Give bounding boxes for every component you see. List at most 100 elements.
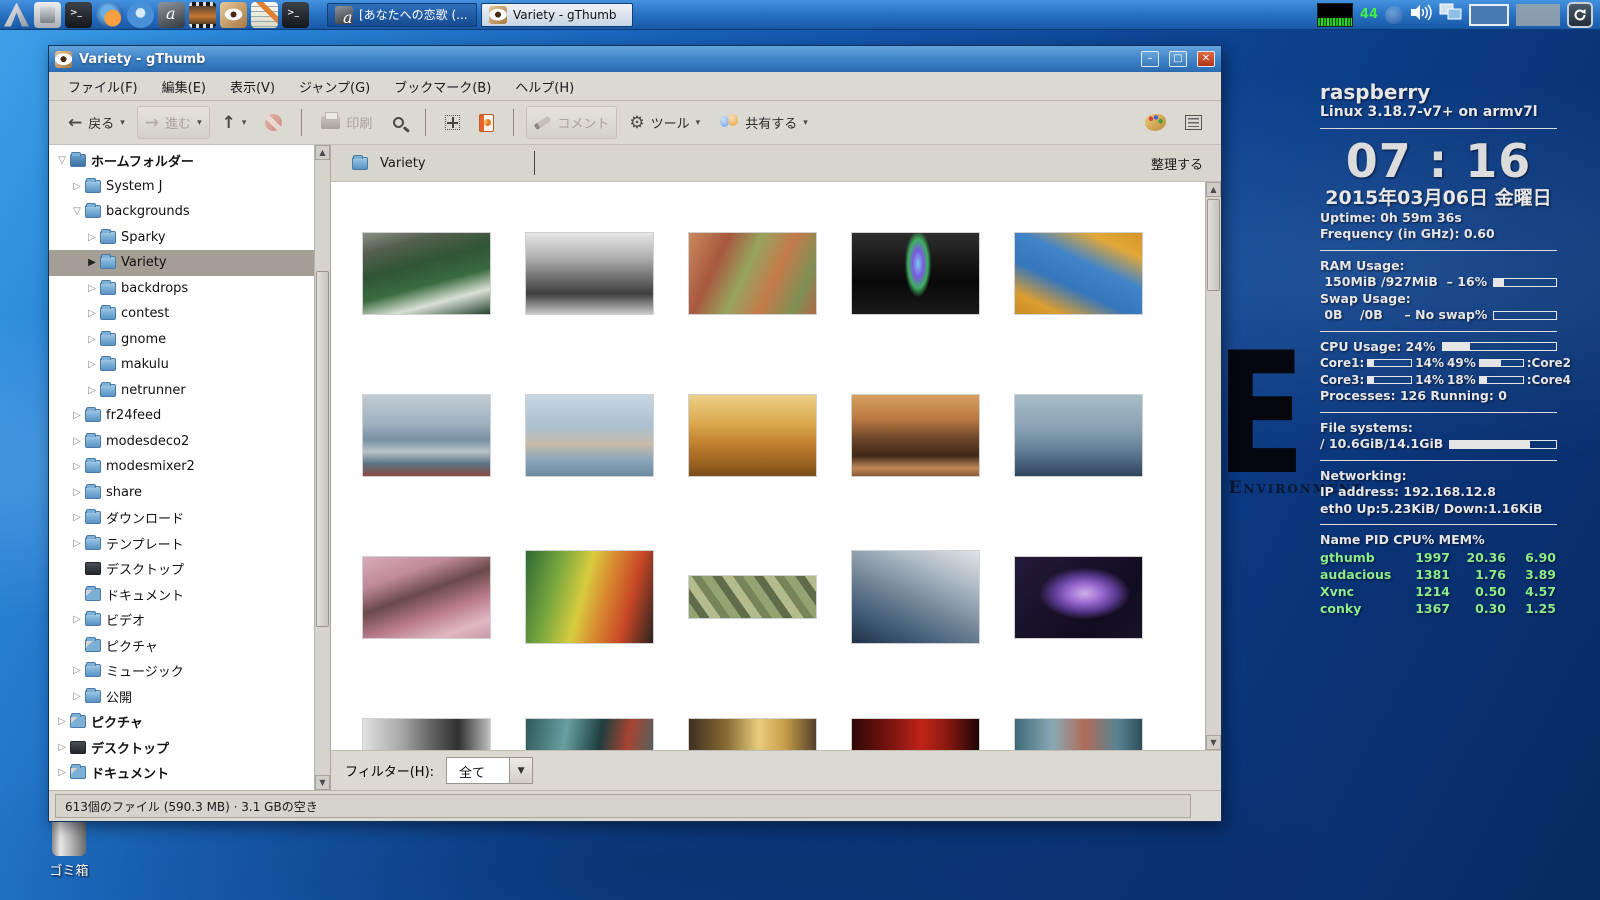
menu-bookmarks[interactable]: ブックマーク(B): [385, 73, 500, 100]
sidebar-item-music[interactable]: ▷ミュージック: [49, 658, 314, 684]
gthumb-app-icon[interactable]: [220, 2, 247, 28]
thumbnail-sailboat-calm-dawn[interactable]: [526, 395, 653, 476]
expander-icon[interactable]: ▷: [70, 461, 84, 472]
expander-icon[interactable]: ▷: [70, 487, 84, 498]
sidebar-item-documents[interactable]: ドキュメント: [49, 582, 314, 608]
sidebar-item-system-j[interactable]: ▷System J: [49, 174, 314, 200]
fullscreen-button[interactable]: [438, 109, 467, 136]
titlebar[interactable]: Variety - gThumb – □ ✕: [49, 46, 1221, 72]
thumbnail-teal-branches-red-berries[interactable]: [526, 719, 653, 751]
slideshow-button[interactable]: [472, 108, 501, 138]
expander-icon[interactable]: ▽: [55, 155, 69, 166]
minimize-button[interactable]: –: [1141, 51, 1159, 67]
expander-icon[interactable]: ▷: [70, 512, 84, 523]
network-icon[interactable]: [1439, 3, 1462, 26]
thumbnail-scrollbar[interactable]: ▲ ▼: [1205, 182, 1221, 750]
expander-icon[interactable]: ▷: [70, 614, 84, 625]
sidebar-item-netrunner[interactable]: ▷netrunner: [49, 378, 314, 404]
up-chevron-icon[interactable]: ▾: [242, 118, 247, 128]
thumbnail-volcano-ash-sunset[interactable]: [852, 395, 979, 476]
sidebar-scroll-track[interactable]: [315, 160, 330, 775]
sidebar-scroll-thumb[interactable]: [316, 271, 329, 628]
expander-icon[interactable]: ▷: [85, 283, 99, 294]
cpu-graph-monitor[interactable]: [1317, 3, 1353, 27]
sidebar-item-variety[interactable]: ▶Variety: [49, 250, 314, 276]
scroll-up-icon[interactable]: ▲: [1206, 182, 1221, 197]
view-properties-button[interactable]: [1178, 109, 1209, 136]
text-editor-app-icon[interactable]: [251, 2, 278, 28]
sidebar-item-templates[interactable]: ▷テンプレート: [49, 531, 314, 557]
expander-icon[interactable]: ▷: [85, 385, 99, 396]
expander-icon[interactable]: ▷: [85, 334, 99, 345]
thumbnail-rainbow-flame-lighter[interactable]: [852, 233, 979, 314]
menu-file[interactable]: ファイル(F): [59, 73, 147, 100]
back-button[interactable]: ← 戻る ▾: [61, 107, 132, 138]
sidebar-scrollbar[interactable]: ▲ ▼: [314, 145, 330, 790]
thumbnail-harbor-fishing-boats[interactable]: [363, 395, 490, 476]
app-menu-arrow-icon[interactable]: [3, 2, 30, 28]
thumbnail-scroll-thumb[interactable]: [1207, 199, 1220, 291]
scroll-up-icon[interactable]: ▲: [315, 145, 330, 160]
sidebar-item-downloads[interactable]: ▷ダウンロード: [49, 505, 314, 531]
terminal2-app-icon[interactable]: [282, 2, 309, 28]
task-button-gthumb[interactable]: Variety - gThumb: [481, 3, 633, 27]
expander-icon[interactable]: ▶: [85, 257, 99, 268]
stop-button[interactable]: [258, 108, 289, 137]
thumbnail-camouflage-banner[interactable]: [689, 576, 816, 618]
up-button[interactable]: ↑ ▾: [215, 110, 254, 136]
edit-colors-button[interactable]: [1138, 108, 1173, 137]
expander-icon[interactable]: ▷: [85, 232, 99, 243]
video-player-app-icon[interactable]: [189, 2, 216, 28]
sidebar-item-desktop-root[interactable]: ▷デスクトップ: [49, 735, 314, 761]
search-button[interactable]: [384, 109, 413, 136]
thumbnail-rainbow-maple-leaves[interactable]: [526, 551, 653, 643]
sidebar-item-public[interactable]: ▷公開: [49, 684, 314, 710]
menu-view[interactable]: 表示(V): [221, 73, 284, 100]
menu-help[interactable]: ヘルプ(H): [506, 73, 583, 100]
organize-button[interactable]: 整理する: [1145, 150, 1209, 177]
scroll-down-icon[interactable]: ▼: [1206, 735, 1221, 750]
firefox-app-icon[interactable]: [96, 2, 123, 28]
sidebar-item-pictures-root[interactable]: ▷ピクチャ: [49, 709, 314, 735]
sidebar-item-modesmixer2[interactable]: ▷modesmixer2: [49, 454, 314, 480]
terminal-app-icon[interactable]: [65, 2, 92, 28]
expander-icon[interactable]: ▷: [70, 410, 84, 421]
expander-icon[interactable]: ▷: [55, 742, 69, 753]
expander-icon[interactable]: ▷: [70, 436, 84, 447]
thumbnail-statue-bridge[interactable]: [1015, 395, 1142, 476]
sidebar-item-backgrounds[interactable]: ▽backgrounds: [49, 199, 314, 225]
maximize-button[interactable]: □: [1169, 51, 1187, 67]
expander-icon[interactable]: ▷: [70, 691, 84, 702]
thumbnail-autumn-leaves-closeup[interactable]: [689, 233, 816, 314]
expander-icon[interactable]: ▷: [70, 665, 84, 676]
thumbnail-golden-misty-forest[interactable]: [689, 719, 816, 751]
tray-status-icon[interactable]: [1385, 6, 1403, 24]
sidebar-item-share[interactable]: ▷share: [49, 480, 314, 506]
print-button[interactable]: 印刷: [314, 107, 379, 138]
sidebar-item-documents-root[interactable]: ▷ドキュメント: [49, 760, 314, 786]
filter-dropdown-icon[interactable]: ▼: [509, 758, 532, 783]
thumbnail-green-mountain-waterfall[interactable]: [363, 233, 490, 314]
sidebar-item-desktop[interactable]: デスクトップ: [49, 556, 314, 582]
menu-go[interactable]: ジャンプ(G): [290, 73, 379, 100]
sidebar-item-modesdeco2[interactable]: ▷modesdeco2: [49, 429, 314, 455]
share-button[interactable]: 共有する ▾: [712, 107, 815, 138]
current-folder-button[interactable]: Variety: [343, 152, 434, 175]
expander-icon[interactable]: ▷: [70, 181, 84, 192]
thumbnail-scroll-track[interactable]: [1206, 197, 1221, 735]
filter-combobox[interactable]: 全て ▼: [446, 757, 533, 784]
thumbnail-crimson-dark-forest[interactable]: [852, 719, 979, 751]
thumbnail-gothic-cathedral-grayscale[interactable]: [526, 233, 653, 314]
back-history-chevron-icon[interactable]: ▾: [120, 118, 125, 128]
thumbnail-autumn-forest-path[interactable]: [689, 395, 816, 476]
thumbnail-pink-petals-under-tree[interactable]: [363, 557, 490, 638]
sidebar-item-videos[interactable]: ▷ビデオ: [49, 607, 314, 633]
thumbnail-teal-red-autumn-trees[interactable]: [1015, 719, 1142, 751]
expander-icon[interactable]: ▷: [70, 538, 84, 549]
sidebar-item-backdrops[interactable]: ▷backdrops: [49, 276, 314, 302]
sidebar-item-contest[interactable]: ▷contest: [49, 301, 314, 327]
expander-icon[interactable]: ▷: [55, 767, 69, 778]
thumbnail-autumn-canopy-blue-sky[interactable]: [1015, 233, 1142, 314]
scroll-down-icon[interactable]: ▼: [315, 775, 330, 790]
sidebar-item-pictures[interactable]: ピクチャ: [49, 633, 314, 659]
